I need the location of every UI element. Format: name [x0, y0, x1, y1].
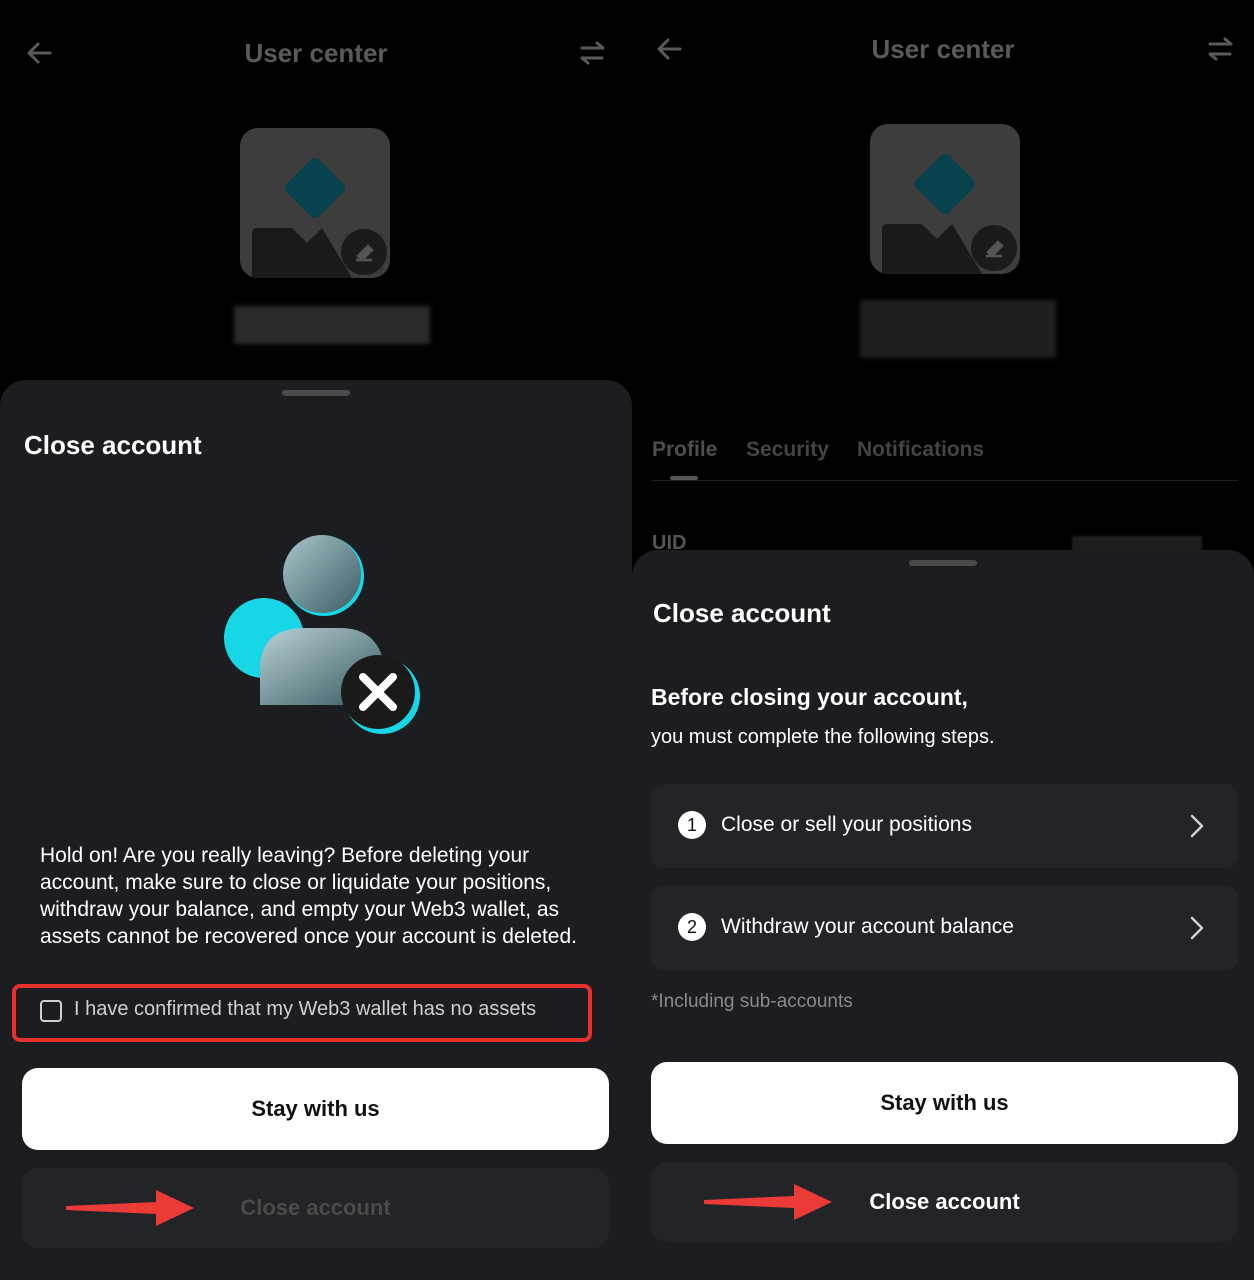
avatar-diamond: [912, 151, 978, 217]
swap-icon[interactable]: [1206, 34, 1236, 64]
top-bar: User center: [0, 34, 632, 74]
step-label: Close or sell your positions: [721, 813, 972, 836]
step-withdraw-balance[interactable]: 2 Withdraw your account balance: [651, 886, 1238, 970]
tab-profile[interactable]: Profile: [652, 438, 717, 462]
footnote: *Including sub-accounts: [651, 991, 853, 1012]
avatar-mountain: [252, 228, 352, 278]
step-number: 2: [678, 913, 706, 941]
warning-text: Hold on! Are you really leaving? Before …: [40, 844, 577, 948]
close-account-label: Close account: [869, 1189, 1020, 1214]
edit-icon[interactable]: [341, 229, 387, 275]
close-account-label: Close account: [240, 1195, 391, 1220]
avatar-mountain: [882, 224, 982, 274]
avatar[interactable]: [870, 124, 1020, 274]
page-title: User center: [871, 34, 1015, 64]
stay-button[interactable]: Stay with us: [22, 1068, 609, 1150]
confirm-label[interactable]: I have confirmed that my Web3 wallet has…: [74, 998, 536, 1021]
tab-security[interactable]: Security: [746, 438, 829, 462]
tab-notifications[interactable]: Notifications: [857, 438, 984, 462]
top-bar: User center: [632, 30, 1254, 70]
username-redacted: [860, 300, 1056, 358]
username-redacted: [234, 306, 430, 344]
step-number: 1: [678, 811, 706, 839]
arrow-pointer-icon: [704, 1184, 832, 1220]
avatar-diamond: [282, 155, 348, 221]
step-label: Withdraw your account balance: [721, 915, 1014, 938]
left-screen: User center Close account Hold on! Are y…: [0, 0, 632, 1280]
avatar[interactable]: [240, 128, 390, 278]
chevron-right-icon: [1190, 916, 1204, 940]
user-remove-icon: [224, 535, 420, 734]
before-subtitle: you must complete the following steps.: [651, 726, 995, 748]
confirm-checkbox[interactable]: [40, 1000, 62, 1022]
before-title: Before closing your account,: [651, 684, 968, 710]
chevron-right-icon: [1190, 814, 1204, 838]
right-screen: User center Profile Security Notificatio…: [632, 0, 1254, 1280]
sheet-handle[interactable]: [909, 560, 977, 566]
page-title: User center: [244, 38, 388, 68]
arrow-pointer-icon: [66, 1190, 194, 1226]
sheet-title: Close account: [653, 598, 831, 628]
stay-button[interactable]: Stay with us: [651, 1062, 1238, 1144]
sheet-title: Close account: [24, 430, 202, 460]
edit-icon[interactable]: [971, 225, 1017, 271]
sheet-handle[interactable]: [282, 390, 350, 396]
tabs-divider: [652, 480, 1238, 481]
step-close-positions[interactable]: 1 Close or sell your positions: [651, 784, 1238, 868]
swap-icon[interactable]: [578, 38, 608, 68]
